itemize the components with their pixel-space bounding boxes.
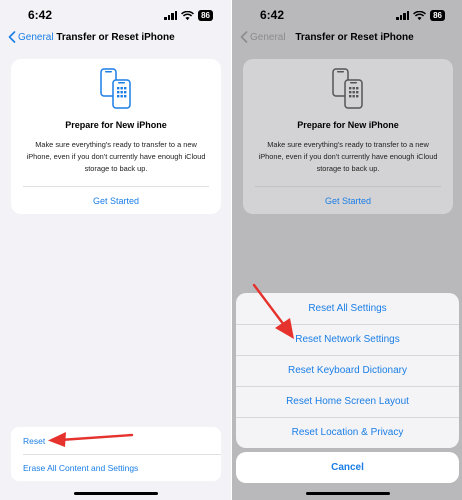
transfer-phones-icon [332, 68, 363, 109]
left-screen: 6:42 86 General Transfer or Reset iPhone [0, 0, 231, 500]
home-indicator [74, 492, 158, 495]
cellular-signal-icon [396, 11, 410, 20]
card-title: Prepare for New iPhone [297, 120, 399, 130]
navigation-bar: General Transfer or Reset iPhone [0, 31, 231, 47]
status-time: 6:42 [260, 8, 285, 22]
reset-keyboard-dictionary-option[interactable]: Reset Keyboard Dictionary [236, 355, 459, 386]
get-started-button[interactable]: Get Started [243, 196, 453, 206]
cellular-signal-icon [164, 11, 178, 20]
prepare-card: Prepare for New iPhone Make sure everyth… [243, 59, 453, 214]
get-started-button[interactable]: Get Started [11, 196, 221, 206]
status-bar: 6:42 86 [0, 8, 231, 24]
reset-home-screen-layout-option[interactable]: Reset Home Screen Layout [236, 386, 459, 417]
card-description: Make sure everything's ready to transfer… [258, 140, 438, 173]
reset-action-sheet: Reset All Settings Reset Network Setting… [236, 293, 459, 448]
status-bar: 6:42 86 [232, 8, 462, 24]
wifi-icon [181, 10, 195, 20]
card-description: Make sure everything's ready to transfer… [26, 140, 206, 173]
divider [255, 186, 441, 187]
right-screen: 6:42 86 General Transfer or Reset iPhone [232, 0, 462, 500]
page-title: Transfer or Reset iPhone [295, 32, 414, 43]
divider [23, 454, 221, 455]
divider [23, 186, 209, 187]
battery-icon: 86 [430, 10, 445, 21]
reset-button[interactable]: Reset [23, 436, 45, 446]
battery-icon: 86 [198, 10, 213, 21]
card-title: Prepare for New iPhone [65, 120, 167, 130]
navigation-bar: General Transfer or Reset iPhone [232, 31, 462, 47]
erase-all-button[interactable]: Erase All Content and Settings [23, 463, 138, 473]
status-time: 6:42 [28, 8, 53, 22]
home-indicator [306, 492, 390, 495]
status-icons: 86 [164, 10, 213, 21]
reset-all-settings-option[interactable]: Reset All Settings [236, 293, 459, 324]
reset-location-privacy-option[interactable]: Reset Location & Privacy [236, 417, 459, 448]
reset-options-group: Reset Erase All Content and Settings [11, 427, 221, 481]
prepare-card: Prepare for New iPhone Make sure everyth… [11, 59, 221, 214]
wifi-icon [413, 10, 427, 20]
page-title: Transfer or Reset iPhone [56, 32, 175, 43]
cancel-button[interactable]: Cancel [236, 452, 459, 483]
reset-network-settings-option[interactable]: Reset Network Settings [236, 324, 459, 355]
status-icons: 86 [396, 10, 445, 21]
transfer-phones-icon [100, 68, 131, 109]
